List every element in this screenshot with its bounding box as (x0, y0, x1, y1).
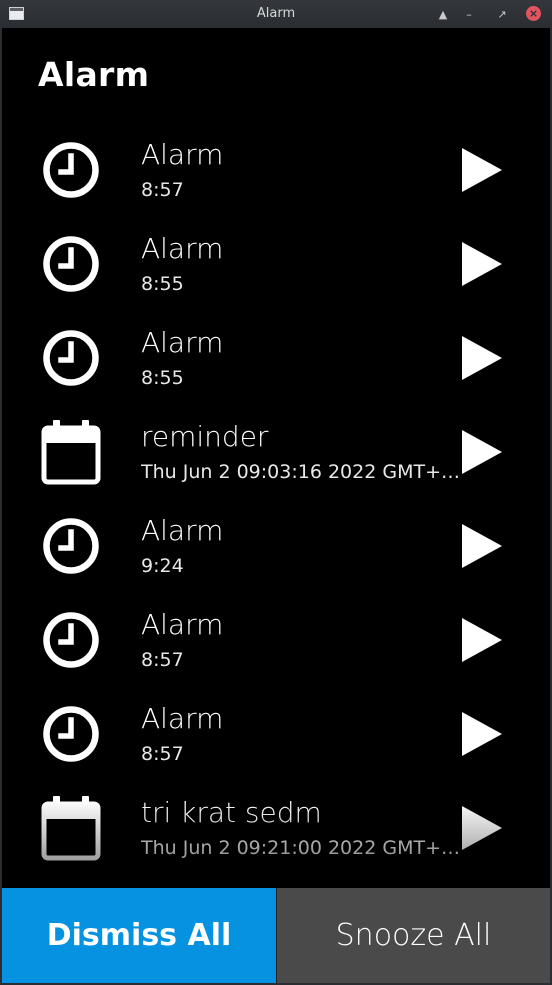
list-item[interactable]: reminder Thu Jun 2 09:03:16 2022 GMT+0200 (2, 404, 550, 498)
item-title: Alarm (141, 326, 224, 359)
play-icon[interactable] (458, 428, 504, 476)
item-title: Alarm (141, 138, 224, 171)
close-icon[interactable]: × (526, 6, 541, 21)
list-item[interactable]: tri krat sedm Thu Jun 2 09:21:00 2022 GMT… (2, 780, 550, 874)
item-title: tri krat sedm (141, 796, 322, 829)
calendar-icon (40, 794, 102, 861)
title-bar[interactable]: Alarm ▲ – ↗ × (0, 0, 552, 28)
play-icon[interactable] (458, 710, 504, 758)
play-icon[interactable] (458, 146, 504, 194)
minimize-icon[interactable]: – (461, 6, 477, 22)
list-item[interactable]: Alarm 9:24 (2, 498, 550, 592)
item-time: Thu Jun 2 09:03:16 2022 GMT+0200 (141, 461, 461, 483)
item-title: Alarm (141, 232, 224, 265)
dismiss-all-button[interactable]: Dismiss All (2, 888, 276, 983)
alarm-window: Alarm ▲ – ↗ × Alarm Alarm 8:57 Alarm 8:55 Al… (0, 0, 552, 985)
item-title: reminder (141, 420, 269, 453)
item-title: Alarm (141, 514, 224, 547)
keep-above-icon[interactable]: ▲ (435, 6, 451, 22)
clock-icon (40, 515, 102, 577)
clock-icon (40, 233, 102, 295)
play-icon[interactable] (458, 616, 504, 664)
page-title: Alarm (38, 55, 150, 94)
play-icon[interactable] (458, 240, 504, 288)
item-time: 8:55 (141, 367, 184, 389)
snooze-all-button[interactable]: Snooze All (277, 888, 550, 983)
play-icon[interactable] (458, 334, 504, 382)
clock-icon (40, 327, 102, 389)
item-title: Alarm (141, 702, 224, 735)
item-time: 8:55 (141, 273, 184, 295)
alarm-list[interactable]: Alarm 8:57 Alarm 8:55 Alarm 8:55 reminder Thu J… (2, 122, 550, 888)
maximize-icon[interactable]: ↗ (494, 6, 510, 22)
list-item[interactable]: Alarm 8:57 (2, 686, 550, 780)
clock-icon (40, 609, 102, 671)
item-time: 9:24 (141, 555, 184, 577)
item-time: 8:57 (141, 649, 184, 671)
calendar-icon (40, 418, 102, 485)
item-title: Alarm (141, 608, 224, 641)
clock-icon (40, 139, 102, 201)
play-icon[interactable] (458, 804, 504, 852)
list-item[interactable]: Alarm 8:55 (2, 310, 550, 404)
item-time: 8:57 (141, 179, 184, 201)
list-item[interactable]: Alarm 8:57 (2, 592, 550, 686)
play-icon[interactable] (458, 522, 504, 570)
item-time: Thu Jun 2 09:21:00 2022 GMT+0200 (141, 837, 461, 859)
item-time: 8:57 (141, 743, 184, 765)
clock-icon (40, 703, 102, 765)
list-item[interactable]: Alarm 8:57 (2, 122, 550, 216)
list-item[interactable]: Alarm 8:55 (2, 216, 550, 310)
